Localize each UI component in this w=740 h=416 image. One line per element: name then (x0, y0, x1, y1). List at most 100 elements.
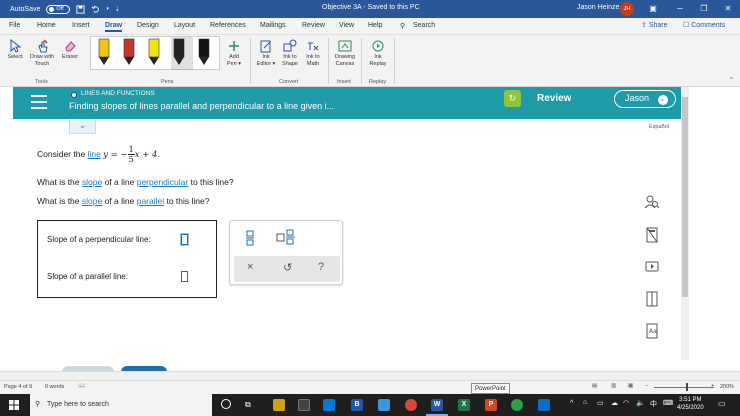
read-mode-icon[interactable]: ▤ (592, 383, 597, 389)
calculator-icon[interactable] (644, 227, 660, 243)
page-count[interactable]: Page 4 of 9 (4, 384, 32, 390)
chrome-icon[interactable] (405, 399, 417, 411)
speaker-icon[interactable]: 🔈 (636, 399, 645, 407)
windows-start-icon[interactable] (9, 400, 19, 410)
minimize-icon[interactable]: ─ (674, 3, 686, 15)
zoom-slider[interactable] (654, 387, 714, 388)
pens-icon[interactable] (91, 37, 221, 71)
person-search-icon[interactable] (644, 194, 660, 210)
dictionary-icon[interactable]: Aa (644, 323, 660, 339)
edge-icon[interactable] (538, 399, 550, 411)
taskbar-search[interactable]: ⚲ Type here to search (30, 394, 212, 416)
parallel-slope-input[interactable] (181, 271, 188, 282)
customize-toolbar-icon[interactable]: ⇣ (115, 6, 120, 13)
pen-3-body[interactable] (148, 38, 160, 58)
help-button[interactable]: ? (318, 261, 324, 273)
perpendicular-link[interactable]: perpendicular (137, 177, 189, 187)
restore-icon[interactable]: ❐ (698, 3, 710, 15)
keyboard-icon[interactable]: ⌨ (663, 399, 673, 407)
tab-view[interactable]: View (339, 22, 354, 29)
notifications-icon[interactable]: ▭ (718, 399, 726, 408)
print-layout-icon[interactable]: ▥ (611, 383, 616, 389)
select-button[interactable]: Select (5, 39, 25, 61)
search-icon[interactable]: ⚲ (400, 22, 405, 30)
slope-link[interactable]: slope (82, 177, 102, 187)
task-view-icon[interactable]: ⧉ (245, 400, 251, 410)
avatar[interactable]: JH (620, 2, 634, 16)
undo-dropdown-icon[interactable]: ▾ (106, 6, 109, 12)
tab-help[interactable]: Help (368, 22, 382, 29)
drawing-canvas-button[interactable]: Drawing Canvas (332, 39, 358, 67)
tab-file[interactable]: File (9, 22, 20, 29)
clear-button[interactable]: × (247, 261, 253, 273)
account-name[interactable]: Jason Heinze (577, 4, 619, 11)
eraser-button[interactable]: Eraser (59, 39, 81, 61)
scrollbar-thumb[interactable] (682, 97, 688, 297)
tab-insert[interactable]: Insert (72, 22, 90, 29)
perpendicular-slope-input[interactable] (180, 233, 189, 246)
line-link[interactable]: line (88, 149, 101, 159)
close-icon[interactable]: ✕ (722, 3, 734, 15)
mixed-number-icon[interactable] (276, 229, 296, 245)
expand-topic-icon[interactable]: ⌄ (69, 119, 96, 134)
tab-layout[interactable]: Layout (174, 22, 195, 29)
share-button[interactable]: ⇪ Share (641, 21, 668, 29)
pen-2-body[interactable] (123, 38, 135, 58)
review-button[interactable]: Review (537, 93, 571, 104)
zoom-slider-handle[interactable] (686, 383, 688, 391)
excel-icon[interactable]: X (458, 399, 470, 411)
tab-design[interactable]: Design (137, 22, 159, 29)
web-layout-icon[interactable]: ▦ (628, 383, 633, 389)
fraction-template-icon[interactable] (245, 230, 255, 246)
ink-to-shape-button[interactable]: Ink to Shape (279, 39, 301, 67)
autosave-toggle[interactable]: Off (46, 4, 71, 14)
video-icon[interactable] (644, 259, 660, 275)
photos-icon[interactable] (378, 399, 390, 411)
store-icon[interactable] (298, 399, 310, 411)
ribbon-search[interactable]: Search (413, 22, 435, 29)
comments-button[interactable]: ☐ Comments (683, 21, 725, 29)
add-pen-button[interactable]: Add Pen ▾ (224, 39, 244, 67)
undo-button[interactable]: ↺ (283, 261, 292, 274)
ribbon-display-options-icon[interactable]: ▣ (647, 3, 659, 15)
app-icon[interactable] (511, 399, 523, 411)
draw-with-touch-button[interactable]: Draw with Touch (27, 39, 57, 67)
onedrive-icon[interactable]: ☁ (611, 399, 618, 407)
mail-icon[interactable] (323, 399, 335, 411)
pen-1-body[interactable] (98, 38, 110, 58)
user-menu-button[interactable]: Jason ⌄ (614, 90, 676, 108)
zoom-in-icon[interactable]: + (711, 383, 714, 389)
pen-5-body[interactable] (198, 38, 210, 58)
tab-review[interactable]: Review (302, 22, 325, 29)
zoom-level[interactable]: 200% (720, 384, 734, 390)
slope-link[interactable]: slope (82, 196, 102, 206)
ink-to-math-button[interactable]: Ink to Math (302, 39, 324, 67)
textbook-icon[interactable] (644, 291, 660, 307)
proofing-icon[interactable]: 📖 (78, 383, 85, 389)
language-icon[interactable]: 中 (650, 399, 657, 409)
file-explorer-icon[interactable] (273, 399, 285, 411)
review-icon[interactable]: ↻ (504, 90, 521, 107)
horizontal-scrollbar[interactable] (0, 371, 740, 380)
tab-mailings[interactable]: Mailings (260, 22, 286, 29)
tab-references[interactable]: References (210, 22, 246, 29)
system-clock[interactable]: 3:51 PM 4/25/2020 (677, 396, 704, 412)
wifi-icon[interactable]: ◠ (623, 399, 629, 407)
battery-icon[interactable]: ▭ (597, 399, 604, 407)
ink-editor-button[interactable]: Ink Editor ▾ (255, 39, 277, 67)
cortana-icon[interactable] (221, 399, 231, 409)
powerpoint-icon[interactable]: P (485, 399, 497, 411)
collapse-ribbon-icon[interactable]: ^ (730, 77, 733, 83)
ink-replay-button[interactable]: Ink Replay (366, 39, 390, 67)
word-icon[interactable]: W (431, 399, 443, 411)
zoom-out-icon[interactable]: − (645, 383, 648, 389)
network-icon[interactable]: ⌂ (583, 399, 587, 406)
parallel-link[interactable]: parallel (137, 196, 164, 206)
save-icon[interactable] (76, 4, 85, 14)
tab-draw[interactable]: Draw (105, 22, 123, 32)
espanol-link[interactable]: Español (649, 124, 669, 130)
show-hidden-icons-icon[interactable]: ^ (570, 400, 573, 407)
undo-icon[interactable] (91, 5, 100, 14)
tab-home[interactable]: Home (37, 22, 56, 29)
word-count[interactable]: 0 words (45, 384, 64, 390)
